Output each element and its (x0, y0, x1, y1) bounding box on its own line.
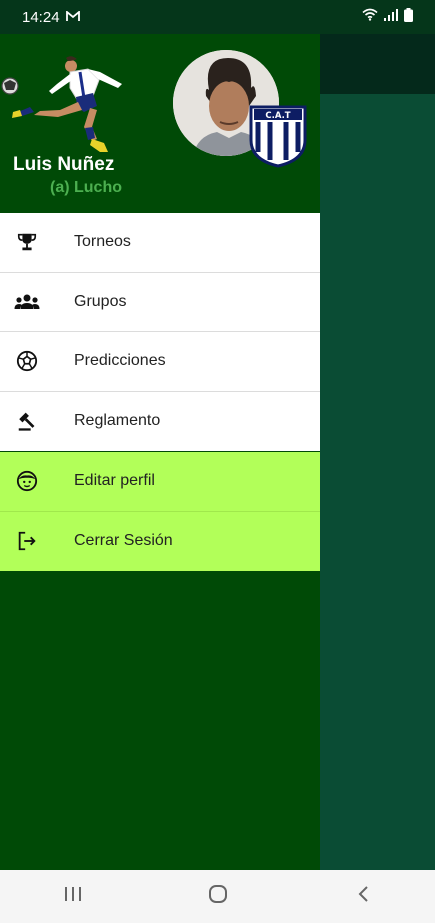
account-menu: Editar perfil Cerrar Sesión (0, 452, 320, 571)
back-icon (357, 885, 369, 908)
navigation-drawer: Luis Nuñez (a) Lucho C.A.T Torneos Grupo… (0, 0, 320, 870)
status-time: 14:24 (22, 8, 60, 26)
wifi-icon (362, 8, 378, 26)
gavel-icon (14, 408, 40, 434)
recent-apps-button[interactable] (43, 877, 103, 917)
drawer-header: Luis Nuñez (a) Lucho C.A.T (0, 34, 320, 213)
home-button[interactable] (188, 877, 248, 917)
logout-icon (14, 528, 40, 554)
face-icon (14, 468, 40, 494)
menu-label: Reglamento (74, 412, 161, 430)
drawer-scrim[interactable] (320, 0, 435, 870)
club-badge-text: C.A.T (265, 111, 290, 121)
trophy-icon (14, 229, 40, 255)
menu-label: Cerrar Sesión (74, 532, 173, 550)
home-icon (208, 884, 228, 909)
menu-item-reglamento[interactable]: Reglamento (0, 392, 320, 452)
user-name: Luis Nuñez (13, 154, 115, 175)
group-icon (14, 289, 40, 315)
menu-item-predicciones[interactable]: Predicciones (0, 332, 320, 392)
menu-label: Torneos (74, 233, 131, 251)
menu-item-grupos[interactable]: Grupos (0, 273, 320, 332)
menu-item-editar-perfil[interactable]: Editar perfil (0, 452, 320, 512)
menu-item-cerrar-sesion[interactable]: Cerrar Sesión (0, 512, 320, 572)
recent-apps-icon (64, 886, 82, 907)
menu-label: Grupos (74, 292, 127, 310)
soccer-player-illustration (1, 56, 122, 152)
status-bar: 14:24 (0, 0, 435, 34)
main-menu: Torneos Grupos Predicciones Reglamento (0, 213, 320, 451)
system-navigation-bar (0, 870, 435, 923)
back-button[interactable] (333, 877, 393, 917)
menu-label: Editar perfil (74, 472, 155, 490)
battery-icon (404, 7, 413, 27)
menu-item-torneos[interactable]: Torneos (0, 213, 320, 273)
soccer-ball-icon (14, 348, 40, 374)
menu-label: Predicciones (74, 352, 166, 370)
gmail-icon (65, 9, 80, 26)
user-nickname: (a) Lucho (50, 179, 122, 196)
club-badge-icon: C.A.T (249, 105, 307, 168)
signal-icon (384, 8, 398, 26)
